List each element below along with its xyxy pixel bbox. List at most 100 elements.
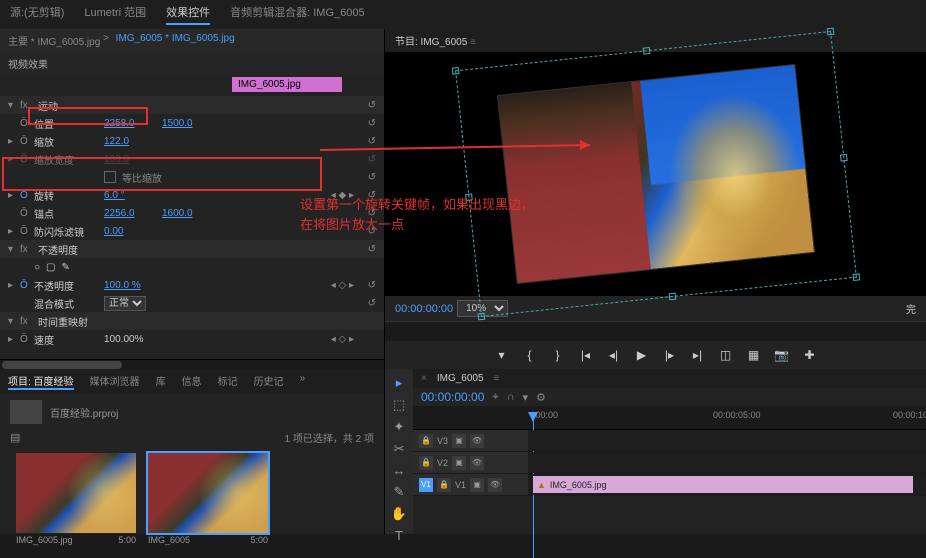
program-timecode[interactable]: 00:00:00:00 — [395, 303, 453, 315]
reset-scalew-icon[interactable]: ↺ — [368, 154, 376, 165]
antiflicker-value[interactable]: 0.00 — [104, 226, 154, 237]
track-v3-eye[interactable]: 👁 — [470, 434, 484, 448]
reset-scale-icon[interactable]: ↺ — [368, 136, 376, 147]
sequence-tab[interactable]: IMG_6005 — [437, 373, 484, 384]
blend-mode-select[interactable]: 正常 — [104, 296, 146, 311]
effect-scrollbar[interactable] — [0, 359, 384, 369]
track-v3-toggle[interactable]: ▣ — [452, 434, 466, 448]
tool-selection-icon[interactable]: ▸ — [396, 375, 403, 391]
add-marker-button[interactable]: ▾ — [491, 345, 513, 365]
tab-effect-controls[interactable]: 效果控件 — [166, 4, 210, 25]
tab-markers[interactable]: 标记 — [218, 373, 238, 390]
track-v2-eye[interactable]: 👁 — [470, 456, 484, 470]
speed-keyframe-nav[interactable]: ◂ ◇ ▸ — [331, 334, 354, 345]
go-out-button[interactable]: ▸| — [687, 345, 709, 365]
step-back-button[interactable]: ◂| — [603, 345, 625, 365]
lift-button[interactable]: ◫ — [715, 345, 737, 365]
position-x-value[interactable]: 2258.0 — [104, 118, 154, 129]
tab-media-browser[interactable]: 媒体浏览器 — [90, 373, 140, 390]
tool-type-icon[interactable]: T — [395, 528, 403, 543]
mask-pen-icon[interactable]: ✎ — [62, 262, 70, 273]
reset-opacityval-icon[interactable]: ↺ — [368, 280, 376, 291]
tab-audio-mixer[interactable]: 音频剪辑混合器: IMG_6005 — [230, 4, 364, 25]
play-button[interactable]: ▶ — [631, 345, 653, 365]
track-v1-lock[interactable]: 🔒 — [437, 478, 451, 492]
tool-razor-icon[interactable]: ✂ — [394, 441, 405, 457]
anchor-x-value[interactable]: 2256.0 — [104, 208, 154, 219]
stopwatch-speed-icon[interactable]: Ŏ — [20, 334, 34, 345]
tab-source[interactable]: 源:(无剪辑) — [10, 4, 64, 25]
fx-badge-time[interactable]: fx — [20, 316, 38, 327]
uniform-scale-checkbox[interactable] — [104, 171, 116, 183]
sequence-clip-label[interactable]: IMG_6005 * IMG_6005.jpg — [116, 33, 235, 48]
track-v3-content[interactable] — [528, 430, 926, 451]
stopwatch-rotation-icon[interactable]: Ŏ — [20, 190, 34, 201]
track-v2-lock[interactable]: 🔒 — [419, 456, 433, 470]
stopwatch-scale-icon[interactable]: Ŏ — [20, 136, 34, 147]
fx-badge-opacity[interactable]: fx — [20, 244, 38, 255]
track-v2-toggle[interactable]: ▣ — [452, 456, 466, 470]
step-fwd-button[interactable]: |▸ — [659, 345, 681, 365]
linked-sel-icon[interactable]: ∩ — [507, 391, 515, 403]
marker-icon[interactable]: ▾ — [523, 391, 529, 404]
mark-out-button[interactable]: } — [547, 345, 569, 365]
position-y-value[interactable]: 1500.0 — [162, 118, 193, 129]
rotation-value[interactable]: 6.0 ° — [104, 190, 154, 201]
speed-value[interactable]: 100.00% — [104, 334, 143, 345]
track-v1-eye[interactable]: 👁 — [488, 478, 502, 492]
reset-motion-icon[interactable]: ↺ — [368, 100, 376, 111]
tab-history[interactable]: 历史记 — [254, 373, 284, 390]
go-in-button[interactable]: |◂ — [575, 345, 597, 365]
tool-slip-icon[interactable]: ↔ — [393, 463, 406, 478]
track-v3-lock[interactable]: 🔒 — [419, 434, 433, 448]
program-ruler[interactable] — [385, 321, 926, 341]
mask-rect-icon[interactable]: ▢ — [46, 262, 55, 273]
tool-pen-icon[interactable]: ✎ — [394, 484, 405, 500]
tabs-overflow-icon[interactable]: » — [300, 373, 306, 390]
scale-value[interactable]: 122.0 — [104, 136, 154, 147]
export-frame-button[interactable]: 📷 — [771, 345, 793, 365]
tool-ripple-icon[interactable]: ✦ — [394, 419, 405, 435]
anchor-y-value[interactable]: 1600.0 — [162, 208, 193, 219]
opacity-value[interactable]: 100.0 % — [104, 280, 154, 291]
stopwatch-antiflicker-icon[interactable]: Ŏ — [20, 226, 34, 237]
timeline-clip[interactable]: ▲ IMG_6005.jpg — [533, 476, 913, 493]
tab-library[interactable]: 库 — [156, 373, 166, 390]
track-v1-target[interactable]: V1 — [419, 478, 433, 492]
tab-project[interactable]: 项目: 百度经验 — [8, 373, 74, 390]
track-v2-content[interactable] — [528, 452, 926, 473]
speed-label: 速度 — [34, 332, 104, 347]
reset-blend-icon[interactable]: ↺ — [368, 298, 376, 309]
reset-opacity-icon[interactable]: ↺ — [368, 244, 376, 255]
fx-badge-motion[interactable]: fx — [20, 100, 38, 111]
mark-in-button[interactable]: { — [519, 345, 541, 365]
mask-ellipse-icon[interactable]: ○ — [34, 262, 40, 273]
project-item-2[interactable]: IMG_60055:00 — [148, 453, 268, 547]
track-v1-content[interactable]: ▲ IMG_6005.jpg — [528, 474, 926, 495]
extract-button[interactable]: ▦ — [743, 345, 765, 365]
program-tab[interactable]: 节目: IMG_6005 — [395, 37, 467, 48]
settings-button[interactable]: ✚ — [799, 345, 821, 365]
filter-bin-icon[interactable]: ▤ — [10, 431, 20, 444]
tool-track-select-icon[interactable]: ⬚ — [393, 397, 405, 413]
clip-timeline-bar[interactable]: IMG_6005.jpg — [232, 77, 342, 92]
reset-uniform-icon[interactable]: ↺ — [368, 172, 376, 183]
stopwatch-anchor-icon[interactable]: Ŏ — [20, 208, 34, 219]
opacity-keyframe-nav[interactable]: ◂ ◇ ▸ — [331, 280, 354, 291]
snap-icon[interactable]: ⌖ — [492, 391, 498, 404]
stopwatch-opacity-icon[interactable]: Ŏ — [20, 280, 34, 291]
stopwatch-position-icon[interactable]: Ŏ — [20, 118, 34, 129]
expand-motion[interactable]: ▾ — [8, 100, 20, 111]
timeline-ruler[interactable]: :00:00 00:00:05:00 00:00:10:00 — [413, 406, 926, 430]
timeline-timecode[interactable]: 00:00:00:00 — [421, 390, 484, 404]
scale-width-value: 100.0 — [104, 154, 154, 165]
settings-icon[interactable]: ⚙ — [536, 391, 546, 404]
tool-hand-icon[interactable]: ✋ — [391, 506, 407, 522]
project-item-1[interactable]: IMG_6005.jpg5:00 — [16, 453, 136, 547]
program-monitor[interactable] — [385, 52, 926, 296]
tab-lumetri[interactable]: Lumetri 范围 — [84, 4, 146, 25]
reset-position-icon[interactable]: ↺ — [368, 118, 376, 129]
stopwatch-scalew-icon[interactable]: Ŏ — [20, 154, 34, 165]
track-v1-toggle[interactable]: ▣ — [470, 478, 484, 492]
tab-info[interactable]: 信息 — [182, 373, 202, 390]
